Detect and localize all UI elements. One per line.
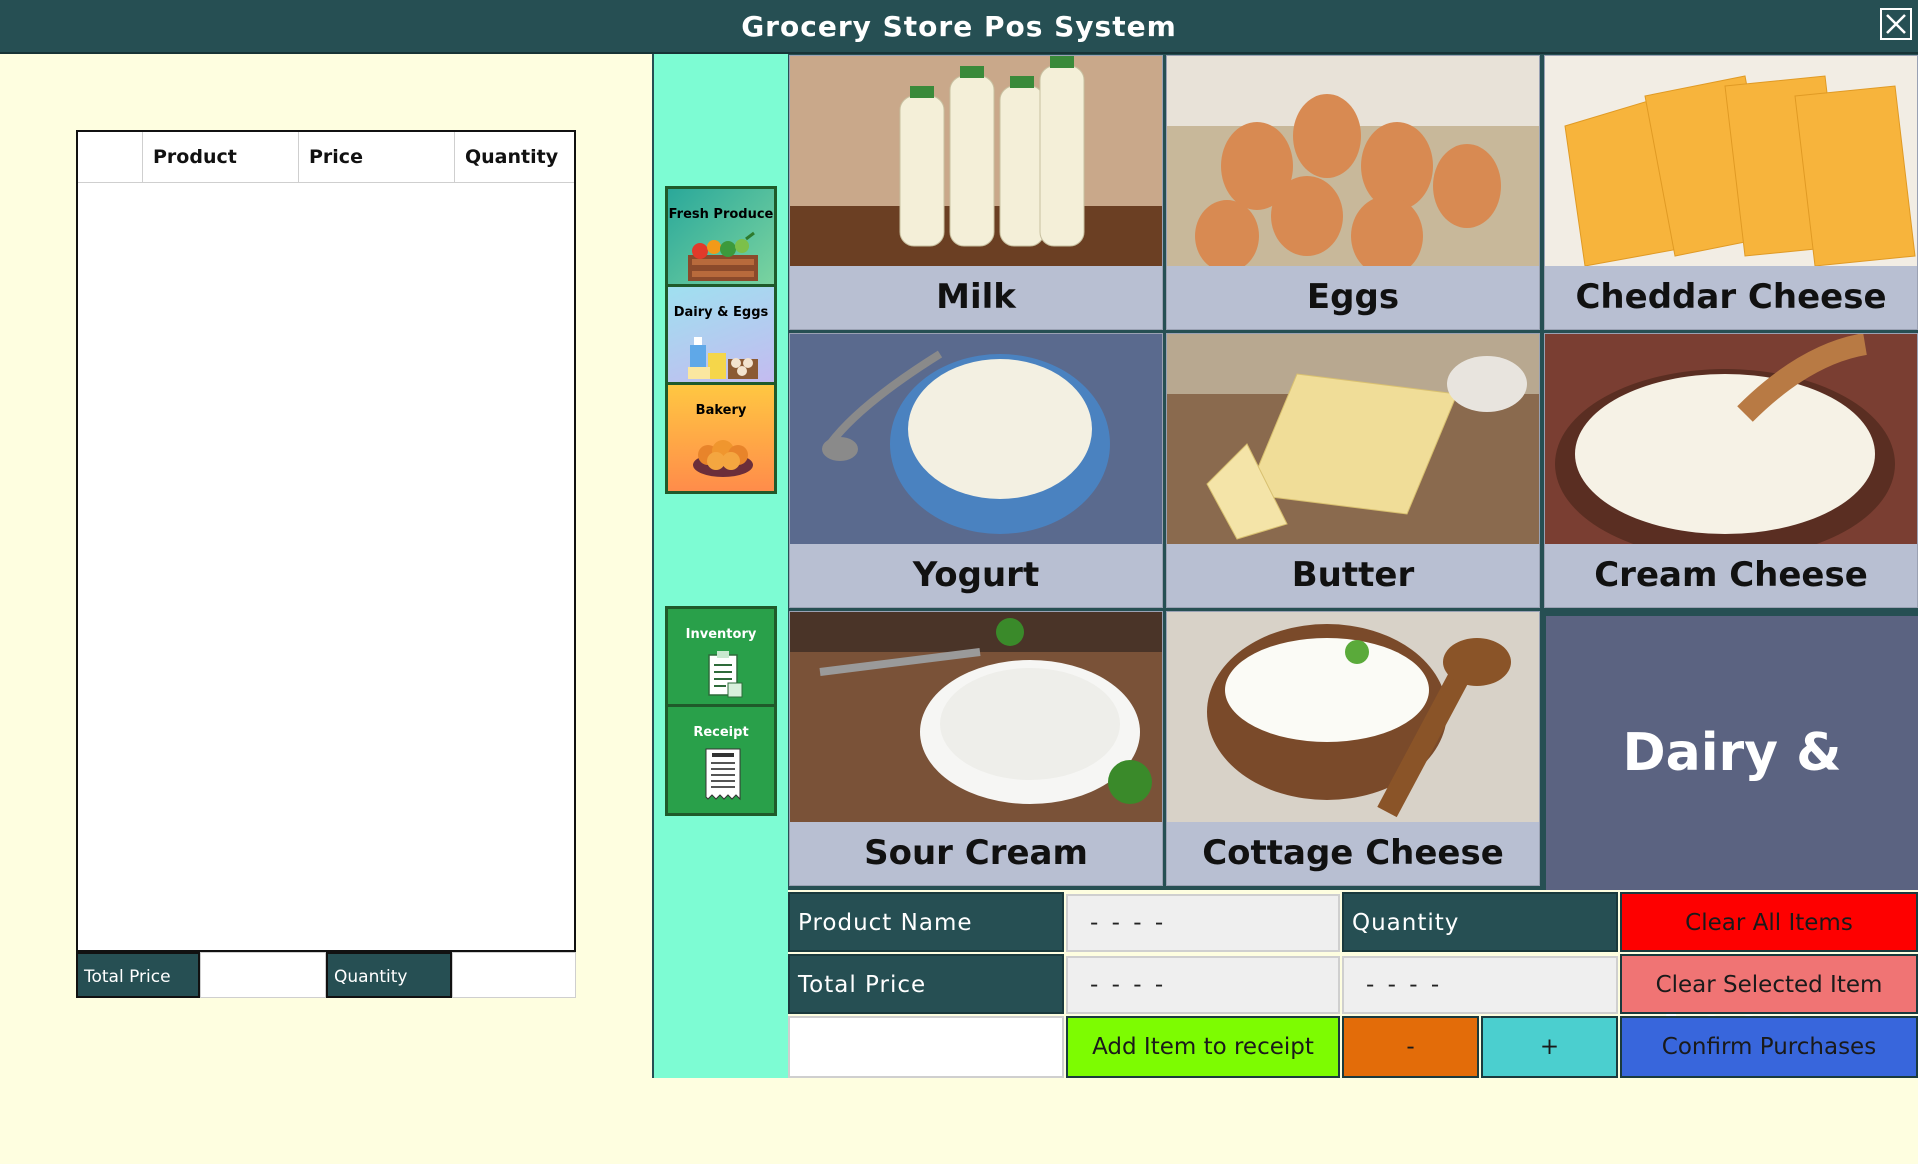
receipt-icon [705,748,741,801]
decrease-quantity-button[interactable]: - [1342,1016,1479,1078]
total-price-field[interactable]: - - - - [1066,956,1340,1014]
clear-selected-item-button[interactable]: Clear Selected Item [1620,954,1918,1014]
product-tile-cheddar-cheese[interactable]: Cheddar Cheese [1544,55,1918,330]
inventory-button[interactable]: Inventory [665,606,777,718]
product-name: Milk [936,277,1016,317]
clipboard-icon [708,651,743,698]
yogurt-photo [790,334,1162,544]
total-price-value [200,952,326,998]
empty-cell [788,1016,1064,1078]
product-name: Cheddar Cheese [1575,277,1887,317]
total-quantity-label: Quantity [326,952,452,998]
product-name: Sour Cream [864,833,1088,873]
category-label: Bakery [695,403,747,418]
window-title: Grocery Store Pos System [741,10,1177,43]
product-tile-cottage-cheese[interactable]: Cottage Cheese [1166,611,1540,886]
total-quantity-value [452,952,576,998]
category-label: Fresh Produce [668,207,774,222]
receipt-button[interactable]: Receipt [665,704,777,816]
product-tile-cream-cheese[interactable]: Cream Cheese [1544,333,1918,608]
milk-photo [790,56,1162,266]
bread-basket-icon [693,440,753,477]
total-price-label: Total Price [76,952,200,998]
produce-crate-icon [688,231,758,281]
receipt-label: Receipt [693,725,749,740]
total-price-control-label: Total Price [788,954,1064,1014]
sour-cream-photo [790,612,1162,822]
quantity-label: Quantity [1342,892,1618,952]
receipt-table-header: Product Price Quantity [78,132,574,183]
increase-quantity-button[interactable]: + [1481,1016,1618,1078]
product-name: Cream Cheese [1594,555,1868,595]
receipt-totals: Total Price Quantity [76,952,576,998]
product-name-field[interactable]: - - - - [1066,894,1340,952]
close-button[interactable] [1880,8,1912,40]
product-name-label: Product Name [788,892,1064,952]
current-category-title: Dairy & Eggs [1622,723,1842,1057]
add-item-to-receipt-button[interactable]: Add Item to receipt [1066,1016,1340,1078]
product-name: Cottage Cheese [1202,833,1504,873]
receipt-col-price: Price [298,132,454,182]
product-tile-milk[interactable]: Milk [789,55,1163,330]
receipt-col-product: Product [142,132,298,182]
cheddar-photo [1545,56,1917,266]
product-tile-eggs[interactable]: Eggs [1166,55,1540,330]
quantity-field[interactable]: - - - - [1342,956,1618,1014]
dairy-eggs-icon [688,337,758,379]
product-name: Yogurt [912,555,1040,595]
cream-cheese-photo [1545,334,1917,544]
product-tile-sour-cream[interactable]: Sour Cream [789,611,1163,886]
category-bakery-button[interactable]: Bakery [665,382,777,494]
receipt-table[interactable]: Product Price Quantity [76,130,576,952]
receipt-panel: Product Price Quantity Total Price Quant… [0,54,652,1078]
confirm-purchases-button[interactable]: Confirm Purchases [1620,1016,1918,1078]
product-name: Butter [1291,555,1415,595]
receipt-col-index [78,132,142,182]
product-name: Eggs [1306,277,1400,317]
product-tile-butter[interactable]: Butter [1166,333,1540,608]
title-bar: Grocery Store Pos System [0,0,1918,54]
product-tile-yogurt[interactable]: Yogurt [789,333,1163,608]
clear-all-items-button[interactable]: Clear All Items [1620,892,1918,952]
cottage-cheese-photo [1167,612,1539,822]
eggs-photo [1167,56,1539,266]
close-icon [1886,14,1906,34]
category-label: Dairy & Eggs [673,305,769,320]
butter-photo [1167,334,1539,544]
receipt-col-quantity: Quantity [454,132,574,182]
category-fresh-produce-button[interactable]: Fresh Produce [665,186,777,298]
current-category-banner: Dairy & Eggs [1546,616,1918,1057]
category-dairy-eggs-button[interactable]: Dairy & Eggs [665,284,777,396]
category-sidebar: Fresh Produce Dairy & Eggs Bakery Invent… [652,54,788,1078]
inventory-label: Inventory [685,627,757,642]
